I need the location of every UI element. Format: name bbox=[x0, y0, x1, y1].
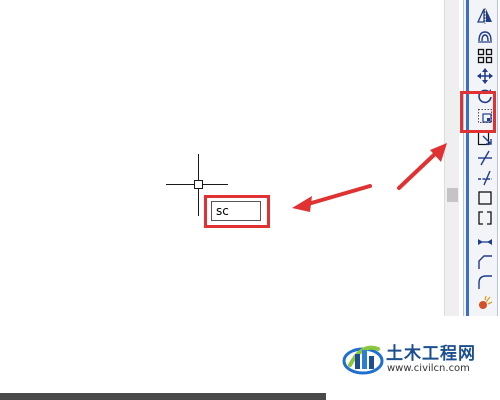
trim-icon bbox=[478, 150, 492, 166]
trim-tool[interactable] bbox=[475, 148, 495, 168]
explode-tool[interactable] bbox=[475, 293, 495, 313]
cad-window: ·· ·· ·· ·· ·· bbox=[0, 0, 500, 400]
move-tool[interactable] bbox=[475, 66, 495, 86]
scrollbar-thumb[interactable] bbox=[447, 188, 458, 202]
break-tool[interactable] bbox=[475, 208, 495, 228]
cursor-pickbox bbox=[194, 180, 203, 189]
move-icon bbox=[477, 68, 493, 84]
bottom-dark-bar bbox=[0, 393, 326, 400]
extend-tool[interactable] bbox=[475, 168, 495, 188]
drawing-canvas[interactable] bbox=[0, 0, 444, 316]
watermark-logo-icon bbox=[342, 345, 384, 375]
watermark-url: www.civilcn.com bbox=[387, 363, 470, 374]
join-tool[interactable] bbox=[475, 232, 495, 252]
watermark: 土木工程网 www.civilcn.com bbox=[340, 333, 500, 391]
array-tool[interactable] bbox=[475, 46, 495, 66]
modify-toolbar bbox=[463, 0, 498, 316]
chamfer-icon bbox=[478, 255, 492, 269]
chamfer-tool[interactable] bbox=[475, 252, 495, 272]
vertical-scrollbar[interactable] bbox=[444, 0, 459, 316]
array-icon bbox=[477, 48, 493, 64]
mirror-tool[interactable] bbox=[475, 6, 495, 26]
offset-icon bbox=[478, 31, 492, 43]
fillet-tool[interactable] bbox=[475, 272, 495, 292]
break-at-point-tool[interactable] bbox=[475, 188, 495, 208]
break-icon bbox=[478, 211, 492, 225]
offset-tool[interactable] bbox=[475, 26, 495, 46]
extend-icon bbox=[478, 170, 492, 186]
dynamic-command-input[interactable] bbox=[211, 201, 261, 221]
scale-tool-highlight bbox=[460, 91, 496, 133]
explode-icon bbox=[479, 295, 493, 309]
fillet-icon bbox=[478, 275, 492, 289]
mirror-icon bbox=[477, 8, 492, 24]
break-at-point-icon bbox=[478, 191, 492, 205]
watermark-title: 土木工程网 bbox=[386, 344, 476, 364]
join-icon bbox=[478, 239, 492, 245]
